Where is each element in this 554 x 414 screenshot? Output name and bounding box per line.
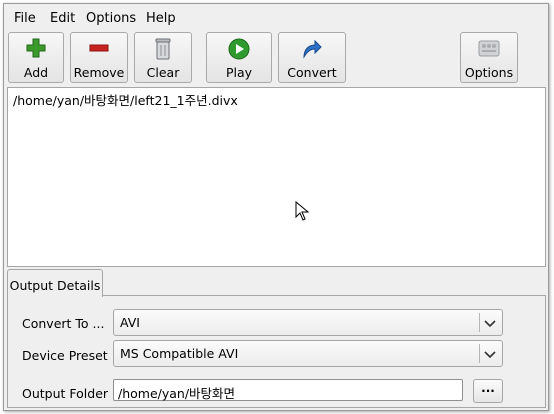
play-button-label: Play bbox=[225, 65, 253, 80]
device-preset-value: MS Compatible AVI bbox=[120, 346, 239, 361]
chevron-down-icon bbox=[484, 320, 496, 328]
app-window: File Edit Options Help Add Remove Clear … bbox=[3, 3, 549, 411]
menu-options[interactable]: Options bbox=[86, 11, 136, 26]
chevron-down-icon bbox=[484, 351, 496, 359]
play-button[interactable]: Play bbox=[206, 32, 272, 83]
add-button-label: Add bbox=[23, 65, 49, 80]
device-preset-label: Device Preset bbox=[22, 348, 108, 363]
device-preset-select[interactable]: MS Compatible AVI bbox=[113, 340, 503, 367]
menu-edit[interactable]: Edit bbox=[50, 11, 75, 26]
tab-bar: Output Details bbox=[7, 269, 546, 297]
combo-separator bbox=[479, 313, 480, 332]
convert-button[interactable]: Convert bbox=[278, 32, 346, 83]
options-button[interactable]: Options bbox=[460, 32, 518, 83]
add-button[interactable]: Add bbox=[8, 32, 64, 83]
convert-to-select[interactable]: AVI bbox=[113, 309, 503, 336]
menu-bar: File Edit Options Help bbox=[4, 4, 548, 30]
remove-button-label: Remove bbox=[73, 65, 125, 80]
trash-icon bbox=[155, 38, 171, 60]
options-button-label: Options bbox=[464, 65, 514, 80]
minus-icon bbox=[89, 44, 109, 52]
output-folder-value: /home/yan/바탕화면 bbox=[118, 386, 236, 401]
remove-button[interactable]: Remove bbox=[70, 32, 128, 83]
file-list[interactable]: /home/yan/바탕화면/left21_1주년.divx bbox=[7, 87, 546, 267]
menu-file[interactable]: File bbox=[14, 11, 36, 26]
tab-output-details[interactable]: Output Details bbox=[7, 269, 103, 297]
output-details-panel: Convert To ... AVI Device Preset MS Comp… bbox=[7, 295, 546, 408]
menu-help[interactable]: Help bbox=[146, 11, 176, 26]
browse-folder-label: ... bbox=[481, 381, 495, 395]
output-folder-field[interactable]: /home/yan/바탕화면 bbox=[113, 379, 463, 401]
convert-to-value: AVI bbox=[120, 315, 140, 330]
convert-button-label: Convert bbox=[287, 65, 337, 80]
plus-icon bbox=[26, 38, 46, 58]
mouse-pointer-icon bbox=[295, 201, 309, 221]
list-item[interactable]: /home/yan/바탕화면/left21_1주년.divx bbox=[13, 93, 238, 108]
browse-folder-button[interactable]: ... bbox=[473, 379, 503, 403]
clear-button-label: Clear bbox=[146, 65, 180, 80]
play-icon bbox=[228, 38, 250, 60]
convert-arrow-icon bbox=[303, 39, 322, 59]
tab-output-details-label: Output Details bbox=[9, 278, 101, 293]
convert-to-label: Convert To ... bbox=[22, 316, 105, 331]
clear-button[interactable]: Clear bbox=[134, 32, 192, 83]
options-icon bbox=[478, 40, 500, 57]
toolbar: Add Remove Clear Play Convert Options bbox=[4, 30, 548, 85]
combo-separator bbox=[479, 344, 480, 363]
output-folder-label: Output Folder bbox=[22, 386, 109, 401]
